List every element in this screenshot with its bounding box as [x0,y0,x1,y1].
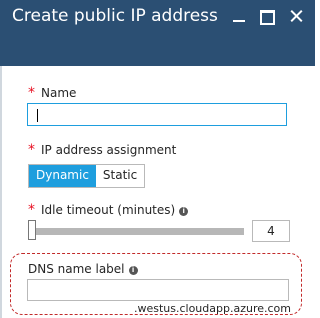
dynamic-option-button[interactable]: Dynamic [29,165,96,187]
left-edge-divider [0,66,2,318]
idle-timeout-slider-handle[interactable] [28,220,36,240]
close-icon[interactable] [288,8,304,24]
ip-assignment-toggle: Dynamic Static [28,164,146,188]
idle-timeout-slider-track[interactable] [36,228,244,235]
required-asterisk: * [28,142,35,158]
info-icon[interactable]: i [179,207,189,216]
dns-name-input[interactable] [27,279,289,301]
name-label: Name [41,86,77,100]
info-icon[interactable]: i [128,266,138,275]
name-input[interactable] [27,103,287,126]
ip-assignment-label-row: * IP address assignment [28,142,176,158]
required-asterisk: * [28,85,35,101]
title-bar: Create public IP address [0,0,315,66]
idle-timeout-value-field[interactable]: 4 [252,220,290,242]
text-caret [37,109,38,122]
ip-assignment-label: IP address assignment [41,143,177,157]
idle-timeout-label: Idle timeout (minutes) [41,203,176,217]
dns-label: DNS name label [28,262,125,276]
window-title: Create public IP address [12,6,218,26]
static-option-button[interactable]: Static [95,165,145,187]
idle-timeout-label-row: * Idle timeout (minutes) i [28,202,189,218]
name-label-row: * Name [28,85,76,101]
maximize-icon[interactable] [260,10,275,25]
minimize-icon[interactable] [232,8,246,24]
dns-domain-suffix: .westus.cloudapp.azure.com [133,302,291,315]
required-asterisk: * [28,202,35,218]
dns-label-row: DNS name label i [28,262,138,276]
